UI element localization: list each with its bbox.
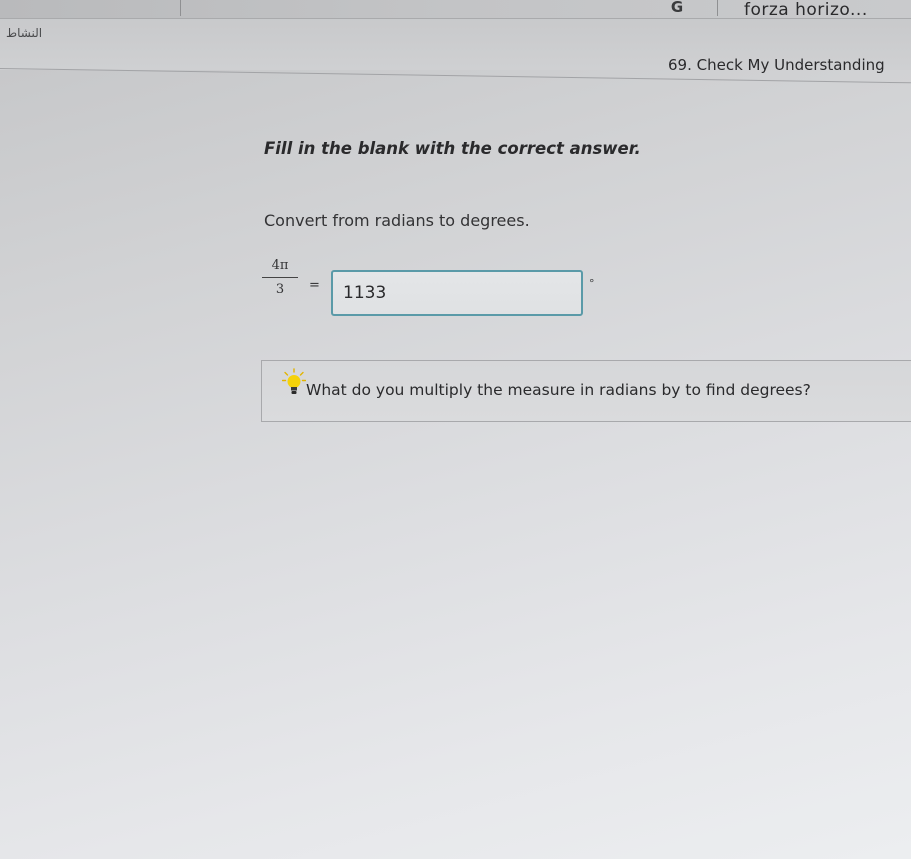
question-instruction: Fill in the blank with the correct answe… (264, 139, 641, 158)
tab-divider (180, 0, 181, 16)
tab-divider (717, 0, 718, 16)
browser-tab-strip: G forza horizo... (0, 0, 911, 20)
hint-text: What do you multiply the measure in radi… (306, 381, 811, 399)
fraction-bar (262, 277, 298, 278)
google-icon[interactable]: G (668, 0, 686, 16)
browser-tab-title[interactable]: forza horizo... (744, 0, 868, 20)
fraction-denominator: 3 (275, 282, 285, 297)
section-title: 69. Check My Understanding (668, 56, 885, 74)
lightbulb-icon (282, 368, 306, 394)
hint-box[interactable]: What do you multiply the measure in radi… (261, 360, 911, 422)
radian-fraction: 4π 3 (262, 257, 298, 299)
question-prompt: Convert from radians to degrees. (264, 211, 530, 230)
activity-label: النشاط (6, 26, 43, 40)
fraction-numerator: 4π (271, 258, 289, 273)
degree-symbol: ° (589, 277, 595, 290)
answer-input[interactable] (331, 270, 583, 316)
equals-sign: = (309, 278, 320, 293)
